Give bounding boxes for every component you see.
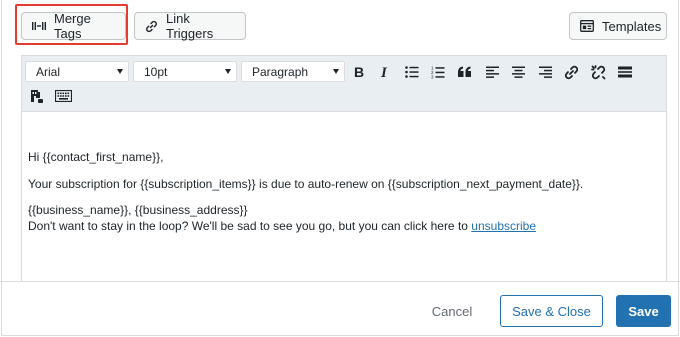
font-family-select[interactable]: Arial: [25, 61, 129, 82]
merge-tags-icon: [32, 21, 46, 31]
font-size-value: 10pt: [144, 64, 168, 79]
unsubscribe-link[interactable]: unsubscribe: [471, 219, 536, 233]
editor-footer: Cancel Save & Close Save: [0, 281, 680, 337]
svg-text:I: I: [380, 65, 388, 79]
body-line: Your subscription for {{subscription_ite…: [28, 177, 584, 191]
chevron-down-icon: [333, 69, 339, 74]
link-icon: [145, 20, 158, 33]
align-center-icon[interactable]: [507, 61, 529, 83]
merge-tags-button[interactable]: Merge Tags: [21, 11, 126, 41]
editor-topbar: Merge Tags Link Triggers Templates: [0, 0, 680, 52]
align-right-icon[interactable]: [534, 61, 556, 83]
bullet-list-icon[interactable]: [401, 61, 423, 83]
cancel-button[interactable]: Cancel: [424, 295, 480, 327]
merge-tag-insert-icon[interactable]: [26, 85, 48, 107]
svg-text:B: B: [354, 65, 364, 79]
block-format-select[interactable]: Paragraph: [241, 61, 345, 82]
font-size-select[interactable]: 10pt: [133, 61, 237, 82]
svg-text:3: 3: [431, 74, 434, 79]
templates-button[interactable]: Templates: [569, 12, 667, 40]
address-line: {{business_name}}, {{business_address}}: [28, 203, 248, 217]
chevron-down-icon: [225, 69, 231, 74]
align-left-icon[interactable]: [481, 61, 503, 83]
bold-icon[interactable]: B: [348, 61, 370, 83]
blockquote-icon[interactable]: [454, 61, 476, 83]
chevron-down-icon: [117, 69, 123, 74]
link-icon[interactable]: [560, 61, 582, 83]
link-triggers-button[interactable]: Link Triggers: [134, 11, 246, 41]
unlink-icon[interactable]: [587, 61, 609, 83]
editor-toolbar: Arial 10pt Paragraph B I 123: [22, 56, 666, 112]
greeting-line: Hi {{contact_first_name}},: [28, 150, 164, 164]
merge-tags-label: Merge Tags: [54, 11, 91, 41]
email-body-editor[interactable]: Hi {{contact_first_name}}, Your subscrip…: [22, 113, 666, 282]
unsubscribe-line: Don't want to stay in the loop? We'll be…: [28, 218, 536, 234]
unsubscribe-text: Don't want to stay in the loop? We'll be…: [28, 219, 472, 233]
horizontal-rule-icon[interactable]: [614, 61, 636, 83]
font-family-value: Arial: [36, 64, 61, 79]
keyboard-icon[interactable]: [52, 85, 74, 107]
numbered-list-icon[interactable]: 123: [427, 61, 449, 83]
italic-icon[interactable]: I: [374, 61, 396, 83]
templates-icon: [580, 20, 594, 32]
save-button[interactable]: Save: [616, 295, 671, 327]
rich-text-editor: Arial 10pt Paragraph B I 123 Hi {{contac…: [21, 55, 667, 281]
templates-label: Templates: [602, 18, 662, 34]
link-triggers-label: Link Triggers: [166, 11, 214, 41]
block-format-value: Paragraph: [252, 64, 309, 79]
save-and-close-button[interactable]: Save & Close: [500, 295, 603, 327]
